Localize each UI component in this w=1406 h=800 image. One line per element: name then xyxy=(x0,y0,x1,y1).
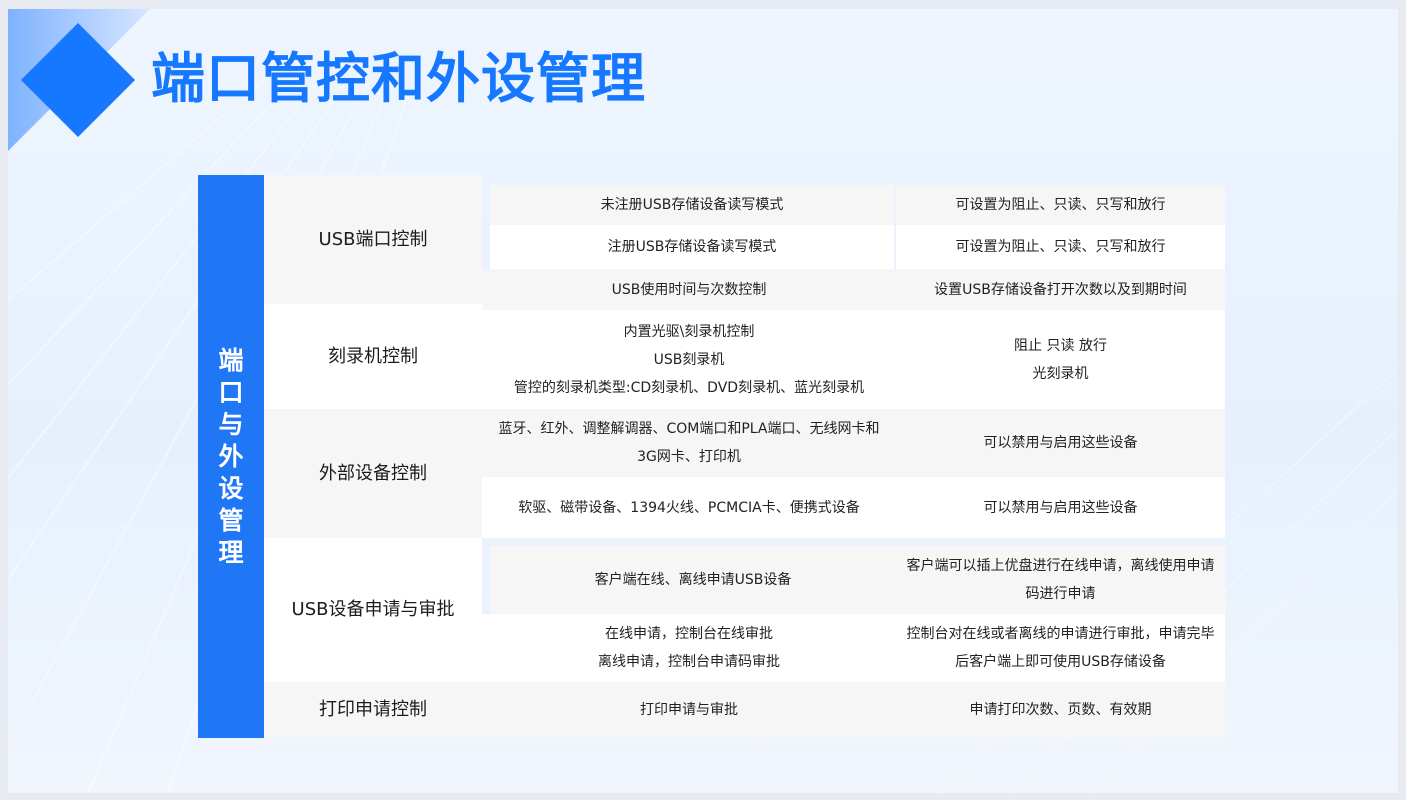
page-title: 端口管控和外设管理 xyxy=(151,47,646,110)
table-row-feature: 软驱、磁带设备、1394火线、PCMCIA卡、便携式设备 xyxy=(482,477,896,538)
feature-table: USB端口控制 刻录机控制 外部设备控制 USB设备申请与审批 打印申请控制 未… xyxy=(264,175,1225,738)
category-label: USB设备申请与审批 xyxy=(291,599,455,620)
feature-text: 蓝牙、红外、调整解调器、COM端口和PLA端口、无线网卡和3G网卡、打印机 xyxy=(498,421,880,465)
feature-text: 软驱、磁带设备、1394火线、PCMCIA卡、便携式设备 xyxy=(518,499,860,516)
category-label: 打印申请控制 xyxy=(319,699,427,720)
desc-text: 可以禁用与启用这些设备 xyxy=(983,499,1138,516)
table-row-desc: 设置USB存储设备打开次数以及到期时间 xyxy=(896,269,1225,310)
category-external: 外部设备控制 xyxy=(264,409,482,538)
feature-text: 注册USB存储设备读写模式 xyxy=(607,239,777,255)
table-row-desc: 可以禁用与启用这些设备 xyxy=(896,409,1225,477)
desc-text: 申请打印次数、页数、有效期 xyxy=(969,702,1152,718)
feature-line: 管控的刻录机类型:CD刻录机、DVD刻录机、蓝光刻录机 xyxy=(513,379,865,396)
desc-text: 控制台对在线或者离线的申请进行审批，申请完毕后客户端上即可使用USB存储设备 xyxy=(906,626,1215,670)
feature-text: 未注册USB存储设备读写模式 xyxy=(600,197,784,213)
category-print: 打印申请控制 xyxy=(264,682,482,738)
side-category-band: 端口与外设管理 xyxy=(198,175,264,738)
table-row-desc: 阻止 只读 放行 光刻录机 xyxy=(896,310,1225,409)
table-row-feature: 客户端在线、离线申请USB设备 xyxy=(490,546,896,614)
slide-canvas: 端口管控和外设管理 端口与外设管理 USB端口控制 刻录机控制 外部设备控制 U… xyxy=(8,9,1398,793)
table-row-feature: 打印申请与审批 xyxy=(482,682,896,738)
feature-text: USB使用时间与次数控制 xyxy=(611,281,767,298)
category-label: 刻录机控制 xyxy=(328,345,418,367)
category-label: USB端口控制 xyxy=(318,228,428,250)
feature-line: USB刻录机 xyxy=(653,351,725,368)
category-usb-request: USB设备申请与审批 xyxy=(264,538,482,682)
desc-text: 可设置为阻止、只读、只写和放行 xyxy=(955,239,1166,255)
side-band-label: 端口与外设管理 xyxy=(218,345,244,567)
table-row-feature: 蓝牙、红外、调整解调器、COM端口和PLA端口、无线网卡和3G网卡、打印机 xyxy=(482,409,896,477)
table-row-desc: 可设置为阻止、只读、只写和放行 xyxy=(896,185,1225,225)
table-row-desc: 可以禁用与启用这些设备 xyxy=(896,477,1225,538)
desc-text: 可以禁用与启用这些设备 xyxy=(983,435,1138,451)
desc-line: 光刻录机 xyxy=(1032,365,1089,382)
table-row-desc: 控制台对在线或者离线的申请进行审批，申请完毕后客户端上即可使用USB存储设备 xyxy=(896,614,1225,682)
category-label: 外部设备控制 xyxy=(319,462,427,484)
feature-text: 打印申请与审批 xyxy=(640,702,738,718)
desc-text: 客户端可以插上优盘进行在线申请，离线使用申请码进行申请 xyxy=(906,558,1215,602)
feature-line: 离线申请，控制台申请码审批 xyxy=(598,654,780,670)
table-row-feature: 未注册USB存储设备读写模式 xyxy=(490,185,894,225)
corner-decoration xyxy=(8,9,150,151)
desc-text: 设置USB存储设备打开次数以及到期时间 xyxy=(934,281,1187,298)
table-row-feature: 内置光驱\刻录机控制 USB刻录机 管控的刻录机类型:CD刻录机、DVD刻录机、… xyxy=(482,310,896,409)
feature-line: 客户端在线、离线申请USB设备 xyxy=(594,572,792,588)
table-row-desc: 申请打印次数、页数、有效期 xyxy=(896,682,1225,738)
desc-line: 阻止 只读 放行 xyxy=(1014,337,1107,354)
feature-line: 内置光驱\刻录机控制 xyxy=(623,323,755,340)
desc-text: 可设置为阻止、只读、只写和放行 xyxy=(955,197,1166,213)
table-row-desc: 可设置为阻止、只读、只写和放行 xyxy=(896,225,1225,269)
category-burner: 刻录机控制 xyxy=(264,304,482,409)
category-usb-port: USB端口控制 xyxy=(264,175,482,304)
table-row-feature: USB使用时间与次数控制 xyxy=(482,269,896,310)
table-row-feature: 在线申请，控制台在线审批 离线申请，控制台申请码审批 xyxy=(482,614,896,682)
table-row-feature: 注册USB存储设备读写模式 xyxy=(490,225,894,269)
feature-line: 在线申请，控制台在线审批 xyxy=(605,626,773,642)
table-row-desc: 客户端可以插上优盘进行在线申请，离线使用申请码进行申请 xyxy=(896,546,1225,614)
